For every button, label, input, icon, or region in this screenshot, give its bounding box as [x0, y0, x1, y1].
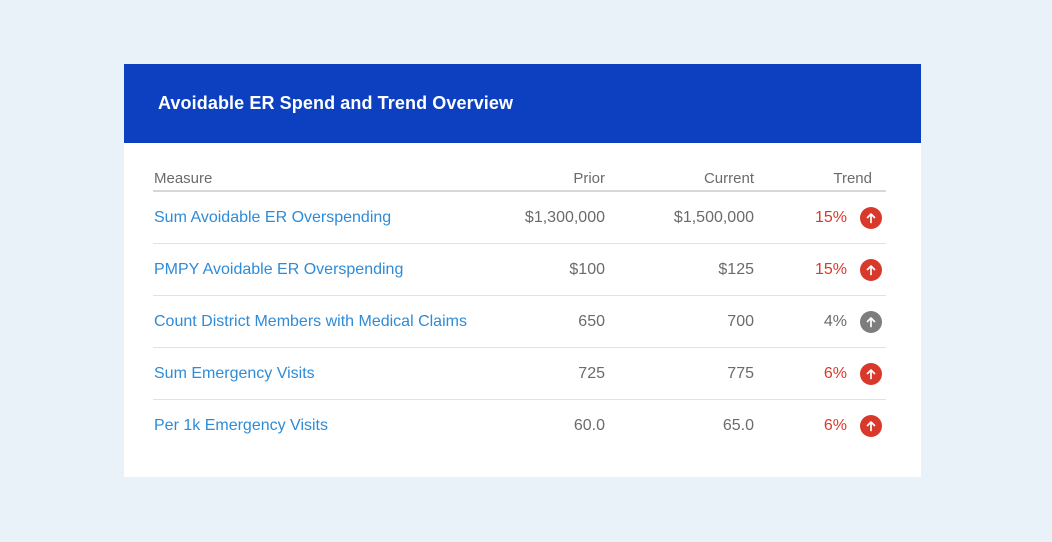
table-header-row: Measure Prior Current Trend [153, 166, 886, 192]
prior-value: 650 [578, 312, 605, 330]
table-row: PMPY Avoidable ER Overspending $100 $125… [153, 244, 886, 296]
table-row: Per 1k Emergency Visits 60.0 65.0 6% [153, 400, 886, 452]
measures-table: Measure Prior Current Trend Sum Avoidabl… [153, 166, 886, 452]
trend-value: 6% [823, 364, 847, 382]
column-header-current: Current [703, 169, 754, 187]
trend-cell: 15% [754, 258, 886, 281]
overview-card: Avoidable ER Spend and Trend Overview Me… [124, 64, 921, 477]
current-value: 775 [727, 364, 754, 382]
measure-link[interactable]: Count District Members with Medical Clai… [153, 313, 493, 331]
measure-link[interactable]: PMPY Avoidable ER Overspending [153, 261, 493, 279]
prior-value: 725 [578, 364, 605, 382]
table-row: Count District Members with Medical Clai… [153, 296, 886, 348]
measure-link[interactable]: Sum Avoidable ER Overspending [153, 209, 493, 227]
arrow-up-icon [860, 258, 882, 281]
measure-link[interactable]: Per 1k Emergency Visits [153, 417, 493, 435]
arrow-up-icon [860, 362, 882, 385]
column-header-prior: Prior [573, 169, 605, 187]
card-header: Avoidable ER Spend and Trend Overview [124, 64, 921, 143]
trend-value: 4% [823, 312, 847, 330]
card-title: Avoidable ER Spend and Trend Overview [158, 93, 514, 113]
trend-value: 15% [814, 208, 847, 226]
column-header-measure: Measure [154, 169, 213, 187]
arrow-up-icon [860, 310, 882, 333]
trend-cell: 6% [754, 362, 886, 385]
current-value: 700 [727, 312, 754, 330]
current-value: $125 [718, 260, 754, 278]
trend-cell: 4% [754, 310, 886, 333]
current-value: 65.0 [722, 417, 754, 434]
prior-value: 60.0 [573, 417, 605, 434]
trend-cell: 15% [754, 206, 886, 229]
column-header-trend: Trend [833, 169, 872, 187]
arrow-up-icon [860, 415, 882, 437]
trend-value: 15% [814, 260, 847, 278]
table-row: Sum Emergency Visits 725 775 6% [153, 348, 886, 400]
trend-cell: 6% [754, 415, 886, 437]
arrow-up-icon [860, 206, 882, 229]
table-row: Sum Avoidable ER Overspending $1,300,000… [153, 192, 886, 244]
measure-link[interactable]: Sum Emergency Visits [153, 365, 493, 383]
prior-value: $100 [569, 260, 605, 278]
prior-value: $1,300,000 [524, 208, 605, 226]
current-value: $1,500,000 [673, 208, 754, 226]
trend-value: 6% [823, 417, 847, 434]
